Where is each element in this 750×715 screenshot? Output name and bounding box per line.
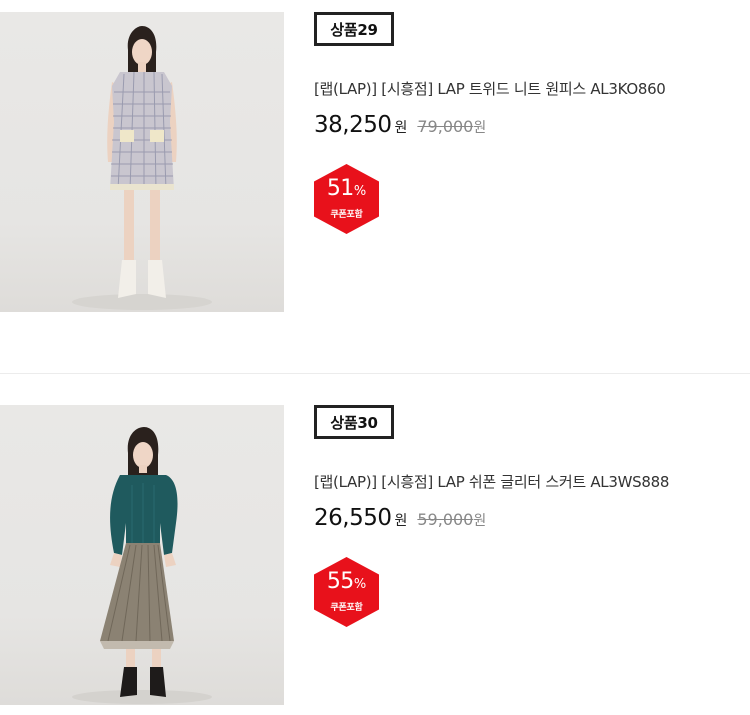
sale-price-unit: 원 xyxy=(394,120,408,136)
discount-badge: 55% 쿠폰포함 xyxy=(314,557,379,627)
product-photo-glitter-skirt-icon xyxy=(72,427,212,704)
product-rank-label: 상품30 xyxy=(314,405,394,439)
product-photo-tweed-dress-icon xyxy=(72,26,212,310)
price-row: 38,250 원 79,000 원 xyxy=(314,112,486,138)
product-image[interactable] xyxy=(0,405,284,705)
original-price: 59,000 xyxy=(417,510,474,529)
product-card[interactable]: 상품29 [랩(LAP)] [시흥점] LAP 트위드 니트 원피스 AL3KO… xyxy=(0,12,750,312)
original-price-unit: 원 xyxy=(473,120,487,136)
original-price-unit: 원 xyxy=(473,513,487,529)
discount-badge: 51% 쿠폰포함 xyxy=(314,164,379,234)
sale-price: 38,250 xyxy=(314,112,392,138)
product-name[interactable]: [랩(LAP)] [시흥점] LAP 트위드 니트 원피스 AL3KO860 xyxy=(314,78,666,99)
discount-percent: 55% xyxy=(314,569,379,594)
product-divider xyxy=(0,373,750,374)
discount-sign: % xyxy=(353,577,367,592)
sale-price: 26,550 xyxy=(314,505,392,531)
sale-price-unit: 원 xyxy=(394,513,408,529)
product-image[interactable] xyxy=(0,12,284,312)
coupon-included-label: 쿠폰포함 xyxy=(330,603,363,613)
price-row: 26,550 원 59,000 원 xyxy=(314,505,486,531)
discount-percent: 51% xyxy=(314,176,379,201)
discount-number: 55 xyxy=(326,569,355,594)
product-card[interactable]: 상품30 [랩(LAP)] [시흥점] LAP 쉬폰 글리터 스커트 AL3WS… xyxy=(0,405,750,705)
original-price: 79,000 xyxy=(417,117,474,136)
coupon-included-label: 쿠폰포함 xyxy=(330,210,363,220)
product-name[interactable]: [랩(LAP)] [시흥점] LAP 쉬폰 글리터 스커트 AL3WS888 xyxy=(314,471,669,492)
discount-number: 51 xyxy=(326,176,355,201)
discount-sign: % xyxy=(353,184,367,199)
product-rank-label: 상품29 xyxy=(314,12,394,46)
